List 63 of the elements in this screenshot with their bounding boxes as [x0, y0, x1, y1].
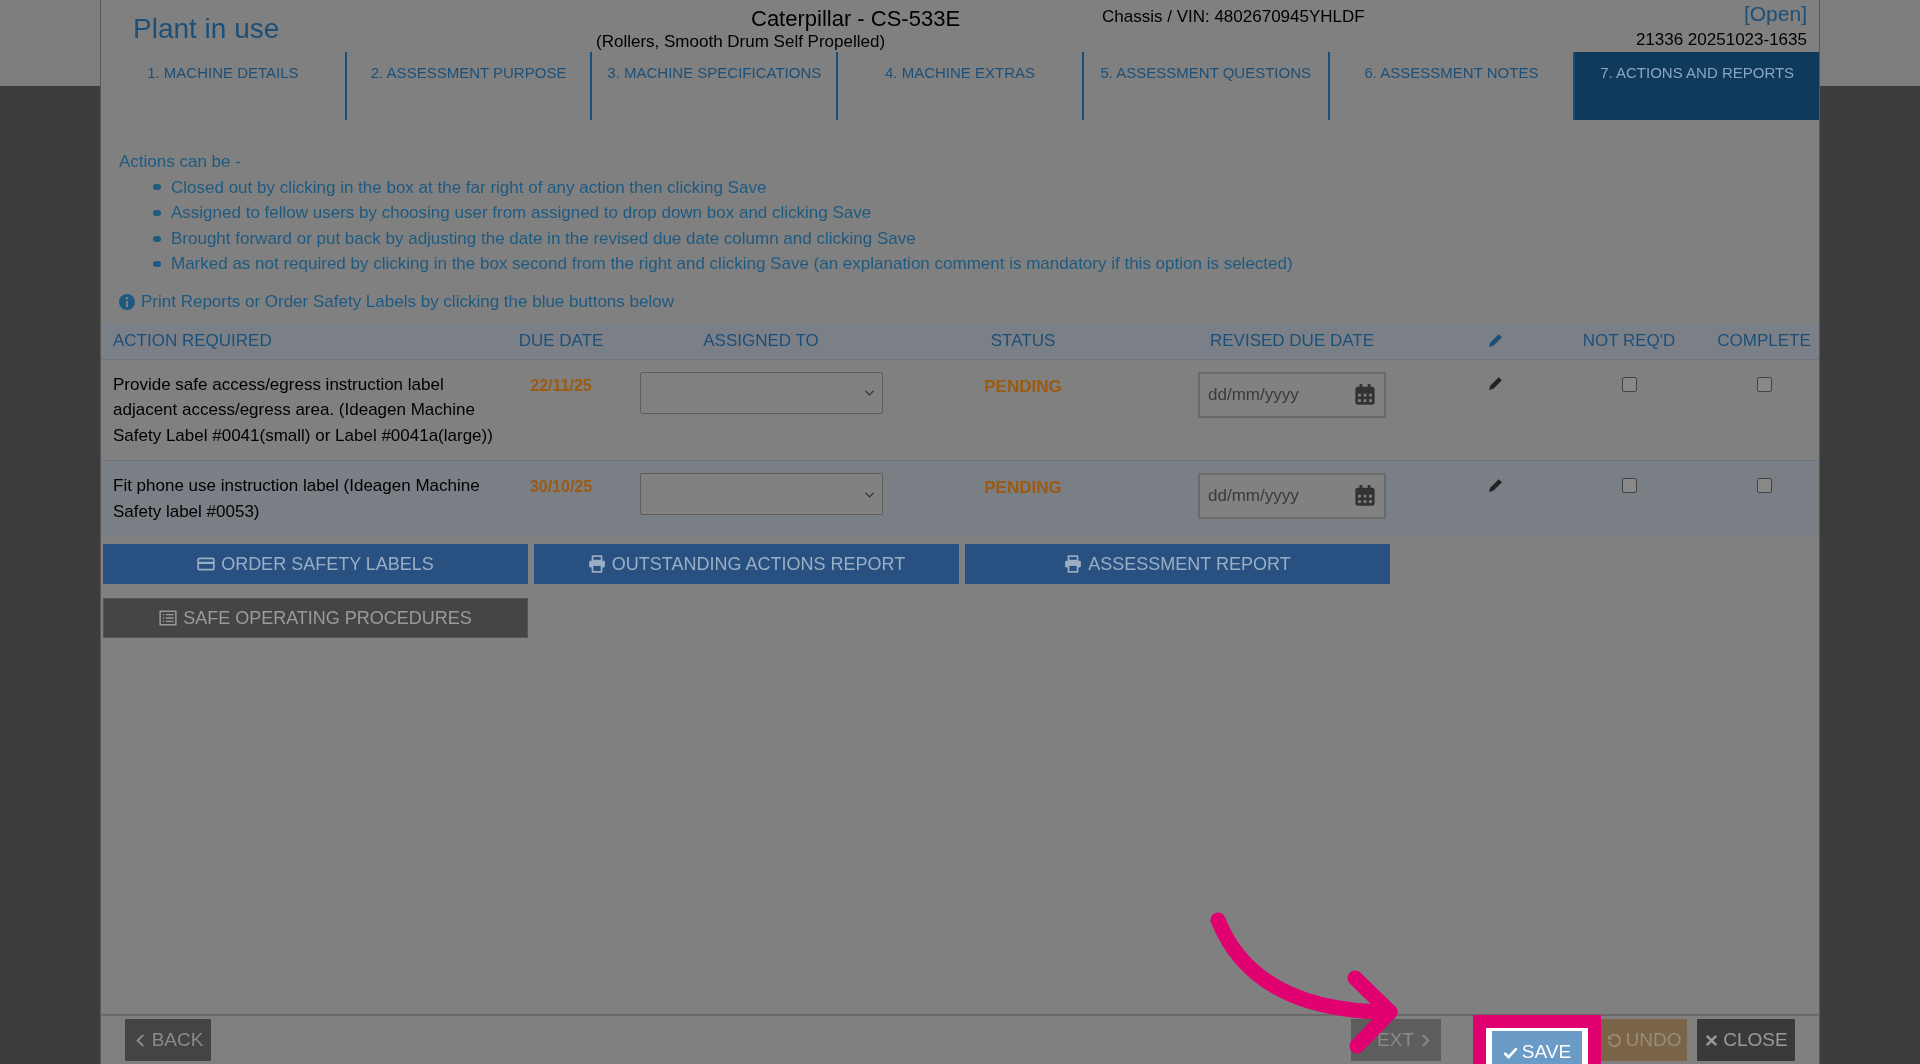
due-date: 30/10/25 — [528, 477, 594, 498]
checkbox[interactable] — [1756, 376, 1772, 392]
column-header: COMPLETE — [1716, 329, 1812, 352]
instruction-item: Closed out by clicking in the box at the far right of any action then clicking Save — [171, 176, 767, 199]
calendar-icon — [1354, 383, 1376, 406]
report-button[interactable]: ASSESSMENT REPORT — [965, 544, 1390, 585]
status-label: PENDING — [983, 477, 1063, 500]
report-button[interactable]: ORDER SAFETY LABELS — [103, 544, 528, 585]
bullet-icon — [153, 261, 161, 268]
checkbox[interactable] — [1621, 376, 1637, 392]
printer-icon — [587, 555, 606, 574]
tab[interactable]: 5. ASSESSMENT QUESTIONS — [1081, 52, 1328, 120]
report-button[interactable]: SAFE OPERATING PROCEDURES — [103, 598, 528, 639]
pencil-icon — [1486, 375, 1504, 393]
pencil-icon — [1486, 332, 1504, 350]
edit-button[interactable] — [1486, 374, 1504, 393]
action-text: Fit phone use instruction label (Ideagen Machine Safety label #0053) — [112, 475, 481, 523]
calendar-icon — [1354, 485, 1376, 508]
tab[interactable]: 1. MACHINE DETAILS — [101, 52, 345, 120]
instructions-intro: Actions can be - — [119, 151, 242, 173]
status-label: PENDING — [983, 375, 1063, 398]
assignee-dropdown[interactable] — [639, 473, 883, 516]
machine-type: (Rollers, Smooth Drum Self Propelled) — [596, 31, 886, 53]
save-button[interactable]: SAVE — [1492, 1031, 1582, 1064]
report-button[interactable]: OUTSTANDING ACTIONS REPORT — [534, 544, 959, 585]
back-button[interactable]: BACK — [125, 1019, 211, 1061]
column-header: ACTION REQUIRED — [112, 329, 273, 352]
checkbox[interactable] — [1756, 478, 1772, 494]
column-header: NOT REQ'D — [1581, 329, 1677, 352]
checkbox[interactable] — [1621, 478, 1637, 494]
bullet-icon — [153, 210, 161, 216]
due-date: 22/11/25 — [529, 375, 593, 396]
instruction-item: Assigned to fellow users by choosing user from assigned to drop down box and clicking Save — [171, 202, 872, 225]
list-icon — [159, 609, 178, 628]
tab[interactable]: 4. MACHINE EXTRAS — [836, 52, 1082, 120]
column-header: STATUS — [989, 329, 1057, 352]
column-header: REVISED DUE DATE — [1208, 329, 1376, 352]
bullet-icon — [153, 184, 161, 191]
status-link[interactable]: [Open] — [1743, 3, 1807, 25]
date-field[interactable]: dd/mm/yyyy — [1198, 473, 1386, 520]
printer-icon — [1064, 555, 1083, 574]
column-header: DUE DATE — [517, 329, 605, 352]
chassis-vin: Chassis / VIN: 4802670945YHLDF — [1102, 6, 1365, 28]
column-header: ASSIGNED TO — [702, 329, 820, 352]
assignee-dropdown[interactable] — [639, 371, 883, 414]
tab[interactable]: 3. MACHINE SPECIFICATIONS — [590, 52, 837, 120]
tab[interactable]: 7. ACTIONS AND REPORTS — [1573, 52, 1820, 120]
reference-number: 21336 20251023-1635 — [1635, 30, 1807, 50]
undo-icon — [1606, 1032, 1622, 1048]
close-icon — [1704, 1032, 1720, 1048]
info-icon — [119, 293, 135, 310]
info-note: Print Reports or Order Safety Labels by clicking the blue buttons below — [141, 290, 674, 313]
page-title: Plant in use — [133, 12, 280, 46]
date-field[interactable]: dd/mm/yyyy — [1198, 371, 1386, 418]
instruction-item: Marked as not required by clicking in the box second from the right and clicking Save (an explanation comment is mandatory if this option is selected) — [171, 253, 1293, 276]
action-text: Provide safe access/egress instruction label adjacent access/egress area. (Ideagen Machine Safety Label #0041(small) or Label #0041a(large)) — [112, 373, 494, 447]
pencil-icon — [1486, 476, 1504, 494]
close-button[interactable]: CLOSE — [1697, 1019, 1795, 1061]
bullet-icon — [153, 235, 161, 242]
tab[interactable]: 2. ASSESSMENT PURPOSE — [344, 52, 591, 120]
machine-name: Caterpillar - CS-533E — [751, 5, 961, 33]
instruction-item: Brought forward or put back by adjusting the date in the revised due date column and clicking Save — [171, 227, 916, 250]
edit-button[interactable] — [1486, 476, 1504, 495]
